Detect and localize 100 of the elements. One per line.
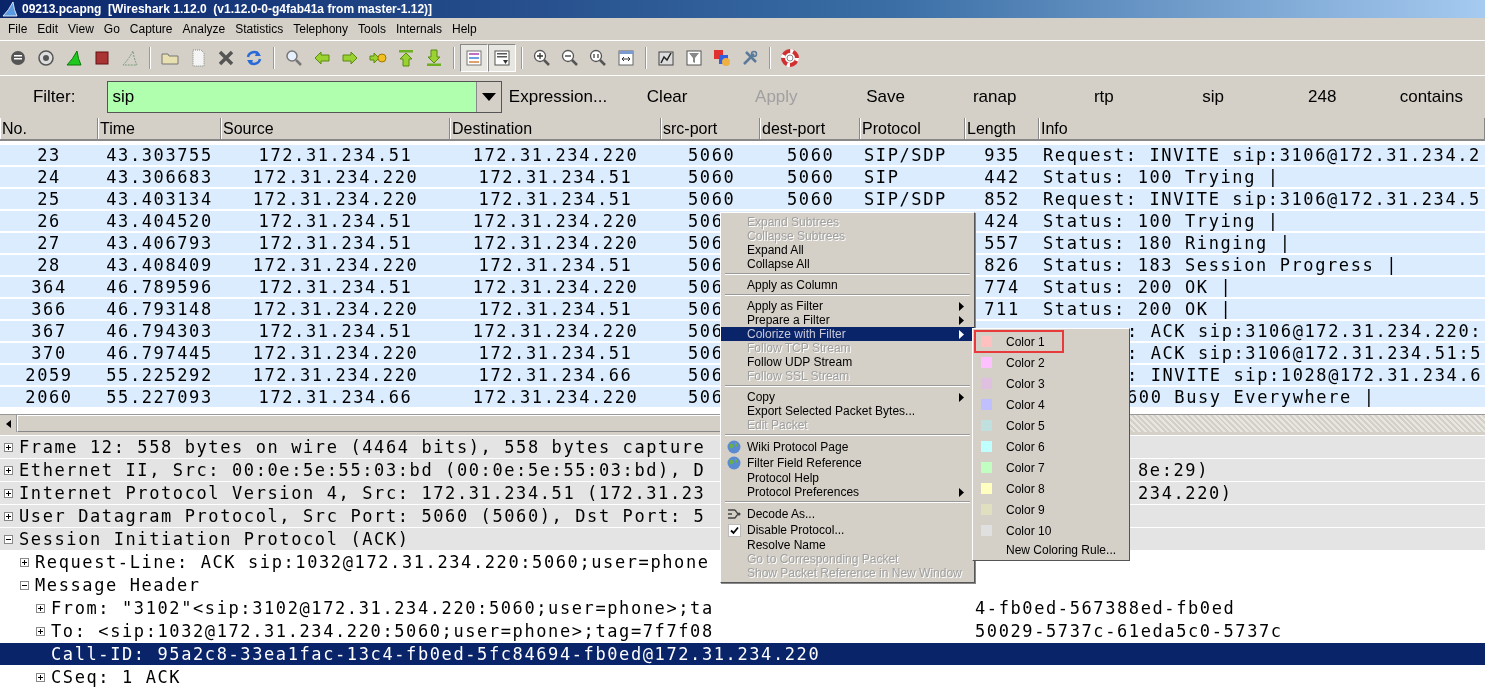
menu-item[interactable]: Protocol Help [721, 471, 974, 485]
menu-item[interactable]: Tools [353, 22, 391, 36]
menu-item[interactable]: Protocol Preferences [721, 485, 974, 499]
menu-item[interactable]: Statistics [230, 22, 289, 36]
tree-text: 50029-5737c-61eda5c0-5737c [975, 621, 1283, 641]
tree-text: CSeq: 1 ACK [51, 667, 182, 687]
toolbar-button[interactable]: ranap [941, 81, 1049, 113]
toolbar-button[interactable]: Save [831, 81, 940, 113]
toolbar-button[interactable]: Expression... [504, 81, 612, 113]
column-header[interactable]: No. [0, 118, 98, 139]
toolbar-button[interactable] [460, 44, 488, 72]
menu-item[interactable]: Follow UDP Stream [721, 355, 974, 369]
menu-item[interactable]: Telephony [288, 22, 353, 36]
menu-item[interactable]: Go [98, 22, 125, 36]
menu-item[interactable]: Export Selected Packet Bytes... [721, 404, 974, 418]
expand-toggle[interactable] [20, 557, 29, 567]
expand-toggle[interactable] [4, 442, 13, 452]
tree-row[interactable]: Call-ID: 95a2c8-33ea1fac-13c4-fb0ed-5fc84694-fb0ed@172.31.234.220 [0, 643, 1485, 666]
menu-item[interactable]: Edit [32, 22, 64, 36]
column-header[interactable]: Source [221, 118, 450, 139]
port-cell: 506 [688, 365, 724, 385]
number-cell: 2059 [25, 365, 73, 385]
menu-item[interactable]: Colorize with Filter [721, 327, 974, 341]
source-cell: 172.31.234.66 [258, 387, 413, 407]
destination-cell: 172.31.234.220 [472, 145, 639, 165]
packet-row[interactable]: 25 43.403134 172.31.234.220 172.31.234.51 5060 5060 SIP/SDP 852 Request: INVITE sip:3106@172.31.234.5 [0, 189, 1485, 211]
column-header[interactable]: dest-port [760, 118, 860, 139]
menu-item[interactable]: Color 10 [975, 520, 1127, 541]
column-header[interactable]: Time [98, 118, 221, 139]
menu-item[interactable]: Color 5 [975, 415, 1127, 436]
menu-item[interactable]: Apply as Column [721, 278, 974, 292]
number-cell: 25 [37, 189, 61, 209]
tree-text: From: "3102"<sip:3102@172.31.234.220:5060;user=phone>;ta [51, 598, 714, 618]
checkbox[interactable] [727, 523, 741, 537]
toolbar-button[interactable]: Clear [613, 81, 721, 113]
color-palette-icon [713, 49, 731, 67]
zoom-reset-icon [589, 49, 607, 67]
dropdown-button[interactable] [476, 82, 502, 112]
menu-item[interactable]: Color 9 [975, 499, 1127, 520]
menu-item[interactable]: Help [447, 22, 482, 36]
tree-text: Ethernet II, Src: 00:0e:5e:55:03:bd (00:0e:5e:55:03:bd), D [19, 460, 706, 480]
menu-item[interactable]: Internals [391, 22, 448, 36]
expand-toggle[interactable] [20, 580, 29, 590]
resize-columns-icon [617, 49, 635, 67]
menu-item[interactable]: Wiki Protocol Page [721, 439, 974, 455]
expand-toggle[interactable] [4, 488, 13, 498]
menu-item[interactable]: Color 6 [975, 436, 1127, 457]
menu-item[interactable]: Collapse All [721, 257, 974, 271]
menu-item[interactable]: Resolve Name [721, 538, 974, 552]
menu-item[interactable]: Capture [124, 22, 178, 36]
protocol-cell: SIP [864, 167, 900, 187]
menu-item[interactable]: File [3, 22, 33, 36]
time-cell: 55.225292 [106, 365, 213, 385]
toolbar-button[interactable] [488, 44, 516, 72]
destination-cell: 172.31.234.51 [478, 167, 633, 187]
expand-toggle[interactable] [4, 511, 13, 521]
destination-cell: 172.31.234.51 [478, 299, 633, 319]
number-cell: 24 [37, 167, 61, 187]
tree-text: To: <sip:1032@172.31.234.220:5060;user=phone>;tag=7f7f08 [51, 621, 714, 641]
menu-item[interactable]: View [63, 22, 99, 36]
menu-item[interactable]: Copy [721, 390, 974, 404]
column-header[interactable]: Info [1039, 118, 1485, 139]
source-cell: 172.31.234.220 [252, 255, 419, 275]
zoom-out-icon [561, 49, 579, 67]
time-cell: 43.403134 [106, 189, 213, 209]
menu-item[interactable]: Color 8 [975, 478, 1127, 499]
expand-toggle[interactable] [36, 626, 45, 636]
packet-row[interactable]: 24 43.306683 172.31.234.220 172.31.234.51 5060 5060 SIP 442 Status: 100 Trying | [0, 167, 1485, 189]
column-header[interactable]: Length [965, 118, 1039, 139]
toolbar-button[interactable]: rtp [1050, 81, 1158, 113]
packet-row[interactable]: 23 43.303755 172.31.234.51 172.31.234.220 5060 5060 SIP/SDP 935 Request: INVITE sip:3106@172.31.234.2 [0, 145, 1485, 167]
expand-toggle[interactable] [36, 603, 45, 613]
info-cell: Status: 180 Ringing | [1043, 233, 1292, 253]
toolbar-button[interactable]: sip [1159, 81, 1267, 113]
length-cell: 935 [984, 145, 1020, 165]
toolbar-button[interactable]: 248 [1268, 81, 1376, 113]
expand-toggle[interactable] [4, 534, 13, 544]
toolbar-button[interactable]: contains [1377, 81, 1485, 113]
expand-toggle[interactable] [4, 465, 13, 475]
scroll-list-icon [493, 49, 511, 67]
column-header[interactable]: src-port [661, 118, 760, 139]
tree-row[interactable]: From: "3102"<sip:3102@172.31.234.220:5060;user=phone>;ta 4-fb0ed-567388ed-fb0ed [0, 597, 1485, 620]
menu-item[interactable]: Color 3 [975, 373, 1127, 394]
menu-item[interactable]: Expand All [721, 243, 974, 257]
menu-item[interactable]: Color 4 [975, 394, 1127, 415]
column-header[interactable]: Protocol [860, 118, 965, 139]
column-header[interactable]: Destination [450, 118, 661, 139]
menu-item[interactable]: Disable Protocol... [721, 522, 974, 538]
menu-item[interactable]: Apply as Filter [721, 299, 974, 313]
menu-item[interactable]: Analyze [177, 22, 231, 36]
tree-row[interactable]: CSeq: 1 ACK [0, 666, 1485, 688]
destination-cell: 172.31.234.66 [478, 365, 633, 385]
expand-toggle[interactable] [36, 672, 45, 682]
fin-icon [2, 1, 18, 17]
menu-item[interactable]: Decode As... [721, 506, 974, 522]
port-cell: 5060 [787, 145, 835, 165]
menu-item[interactable]: Filter Field Reference [721, 455, 974, 471]
menu-item[interactable]: Color 7 [975, 457, 1127, 478]
source-cell: 172.31.234.220 [252, 343, 419, 363]
menu-item[interactable]: Color 2 [975, 352, 1127, 373]
